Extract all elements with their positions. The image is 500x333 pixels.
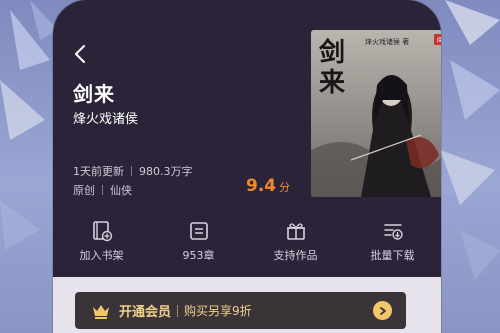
score-unit: 分 (279, 181, 291, 194)
book-author[interactable]: 烽火戏诸侯 (73, 108, 138, 127)
bottom-panel: 开通会员 购买另享9折 (53, 277, 441, 333)
vip-subtitle: 购买另享9折 (184, 304, 252, 318)
add-to-shelf-button[interactable]: 加入书架 (62, 220, 142, 266)
cover-title: 剑来 (319, 38, 346, 98)
chevron-left-icon (75, 45, 85, 63)
book-title: 剑来 (73, 82, 115, 106)
tag-origin[interactable]: 原创 (73, 182, 95, 198)
gift-icon (286, 223, 305, 240)
batch-download-button[interactable]: 批量下载 (353, 220, 433, 266)
vip-promo-button[interactable]: 开通会员 购买另享9折 (75, 292, 406, 329)
divider (102, 185, 103, 195)
book-stats: 1天前更新 980.3万字 (73, 163, 193, 179)
add-to-shelf-label: 加入书架 (79, 249, 124, 262)
chevron-right-icon (373, 301, 392, 320)
chapter-list-button[interactable]: 953章 (159, 220, 239, 266)
book-score: 9.4 分 (246, 176, 290, 196)
score-value: 9.4 (246, 176, 277, 196)
action-bar: 加入书架 953章 支持作品 批量下载 (53, 220, 441, 266)
chapter-list-icon (189, 222, 208, 240)
leaf-decoration-left (0, 0, 58, 250)
divider (177, 304, 179, 317)
support-work-label: 支持作品 (273, 249, 318, 262)
chapter-count-label: 953章 (182, 249, 215, 262)
update-time: 1天前更新 (73, 165, 124, 178)
bookshelf-add-icon (92, 221, 112, 242)
leaf-decoration-right (440, 0, 500, 280)
cover-author: 烽火戏诸侯 著 (365, 38, 410, 46)
publisher-badge: 阅文 (433, 34, 441, 45)
batch-download-icon (383, 224, 403, 240)
vip-title: 开通会员 (119, 305, 172, 320)
word-count: 980.3万字 (139, 165, 193, 178)
batch-download-label: 批量下载 (370, 249, 415, 262)
book-tags: 原创 仙侠 (73, 182, 132, 198)
book-detail-panel: 剑来 烽火戏诸侯 1天前更新 980.3万字 原创 仙侠 9.4 分 剑来 烽火… (53, 0, 441, 333)
book-cover[interactable]: 剑来 烽火戏诸侯 著 阅文 (311, 30, 441, 197)
divider (131, 166, 132, 176)
crown-icon (93, 304, 109, 319)
support-work-button[interactable]: 支持作品 (256, 220, 336, 266)
tag-genre[interactable]: 仙侠 (110, 182, 132, 198)
back-button[interactable] (71, 43, 91, 65)
